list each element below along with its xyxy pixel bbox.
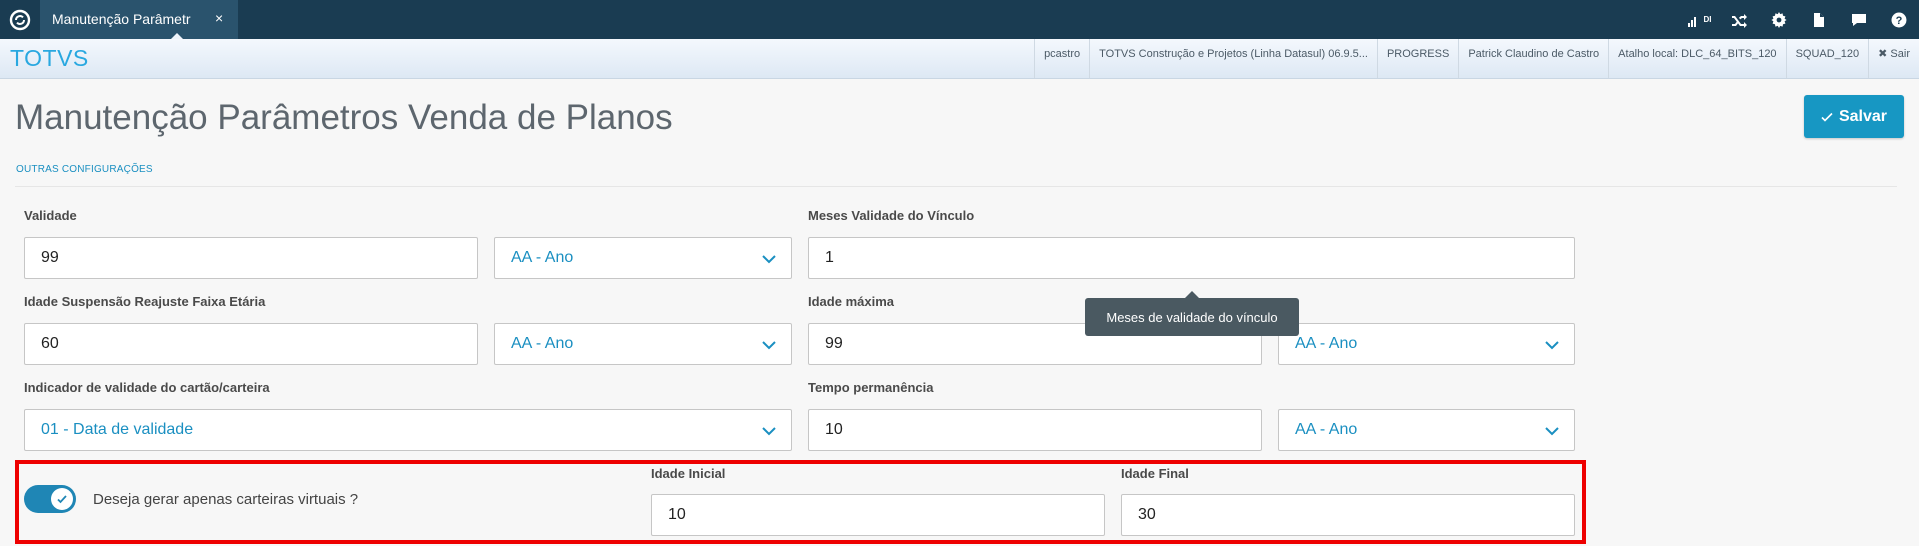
toggle-knob bbox=[51, 488, 73, 510]
chevron-down-icon bbox=[762, 341, 776, 350]
save-button[interactable]: Salvar bbox=[1804, 95, 1904, 138]
top-bar: Manutenção Parâmetr × DI ? bbox=[0, 0, 1919, 39]
tooltip: Meses de validade do vínculo bbox=[1085, 291, 1299, 336]
header-full-name: Patrick Claudino de Castro bbox=[1458, 39, 1608, 78]
validade-unit-value: AA - Ano bbox=[511, 249, 574, 266]
close-tab-icon[interactable]: × bbox=[215, 10, 223, 26]
idade-maxima-unit-select[interactable]: AA - Ano bbox=[1278, 323, 1575, 365]
chevron-down-icon bbox=[1545, 427, 1559, 436]
tab-manutencao-parametros[interactable]: Manutenção Parâmetr × bbox=[40, 0, 238, 39]
page-title: Manutenção Parâmetros Venda de Planos bbox=[15, 98, 673, 137]
svg-text:?: ? bbox=[1896, 15, 1903, 27]
idade-final-input[interactable]: 30 bbox=[1121, 494, 1575, 536]
tempo-permanencia-unit-select[interactable]: AA - Ano bbox=[1278, 409, 1575, 451]
idade-suspensao-input[interactable]: 60 bbox=[24, 323, 478, 365]
help-icon[interactable]: ? bbox=[1879, 0, 1919, 39]
signal-label: DI bbox=[1703, 15, 1712, 24]
idade-maxima-label: Idade máxima bbox=[808, 294, 894, 309]
tab-label: Manutenção Parâmetr bbox=[52, 11, 191, 27]
idade-inicial-label: Idade Inicial bbox=[651, 466, 726, 481]
header-user: pcastro bbox=[1034, 39, 1089, 78]
validade-label: Validade bbox=[24, 208, 77, 223]
header-bar: TOTVS pcastro TOTVS Construção e Projeto… bbox=[0, 39, 1919, 79]
check-icon bbox=[1821, 112, 1833, 122]
check-icon bbox=[57, 495, 67, 504]
indicador-validade-value: 01 - Data de validade bbox=[41, 421, 194, 438]
section-title: OUTRAS CONFIGURAÇÕES bbox=[16, 164, 153, 175]
app-menu-icon[interactable] bbox=[0, 0, 40, 39]
meses-validade-input[interactable]: 1 bbox=[808, 237, 1575, 279]
idade-maxima-unit-value: AA - Ano bbox=[1295, 335, 1358, 352]
idade-suspensao-unit-select[interactable]: AA - Ano bbox=[494, 323, 792, 365]
tempo-permanencia-input[interactable]: 10 bbox=[808, 409, 1262, 451]
signal-icon[interactable]: DI bbox=[1679, 0, 1719, 39]
gear-icon[interactable] bbox=[1759, 0, 1799, 39]
tempo-permanencia-unit-value: AA - Ano bbox=[1295, 421, 1358, 438]
header-squad: SQUAD_120 bbox=[1785, 39, 1869, 78]
validade-unit-select[interactable]: AA - Ano bbox=[494, 237, 792, 279]
document-icon[interactable] bbox=[1799, 0, 1839, 39]
virtual-cards-label: Deseja gerar apenas carteiras virtuais ? bbox=[93, 491, 359, 508]
idade-inicial-input[interactable]: 10 bbox=[651, 494, 1105, 536]
header-database: PROGRESS bbox=[1376, 39, 1458, 78]
validade-input[interactable]: 99 bbox=[24, 237, 478, 279]
meses-validade-label: Meses Validade do Vínculo bbox=[808, 208, 975, 223]
chevron-down-icon bbox=[1545, 341, 1559, 350]
section-divider bbox=[15, 186, 1897, 187]
logout-button[interactable]: ✖ Sair bbox=[1868, 39, 1919, 78]
chat-icon[interactable] bbox=[1839, 0, 1879, 39]
tempo-permanencia-label: Tempo permanência bbox=[808, 380, 934, 395]
idade-final-label: Idade Final bbox=[1121, 466, 1189, 481]
brand-logo: TOTVS bbox=[10, 45, 89, 71]
header-shortcut: Atalho local: DLC_64_BITS_120 bbox=[1608, 39, 1785, 78]
save-button-label: Salvar bbox=[1838, 107, 1888, 125]
idade-suspensao-unit-value: AA - Ano bbox=[511, 335, 574, 352]
virtual-cards-toggle[interactable] bbox=[24, 485, 76, 513]
indicador-validade-label: Indicador de validade do cartão/carteira bbox=[24, 380, 270, 395]
idade-suspensao-label: Idade Suspensão Reajuste Faixa Etária bbox=[24, 294, 266, 309]
header-company[interactable]: TOTVS Construção e Projetos (Linha Datas… bbox=[1089, 39, 1377, 78]
indicador-validade-select[interactable]: 01 - Data de validade bbox=[24, 409, 792, 451]
chevron-down-icon bbox=[762, 427, 776, 436]
shuffle-icon[interactable] bbox=[1719, 0, 1759, 39]
chevron-down-icon bbox=[762, 255, 776, 264]
